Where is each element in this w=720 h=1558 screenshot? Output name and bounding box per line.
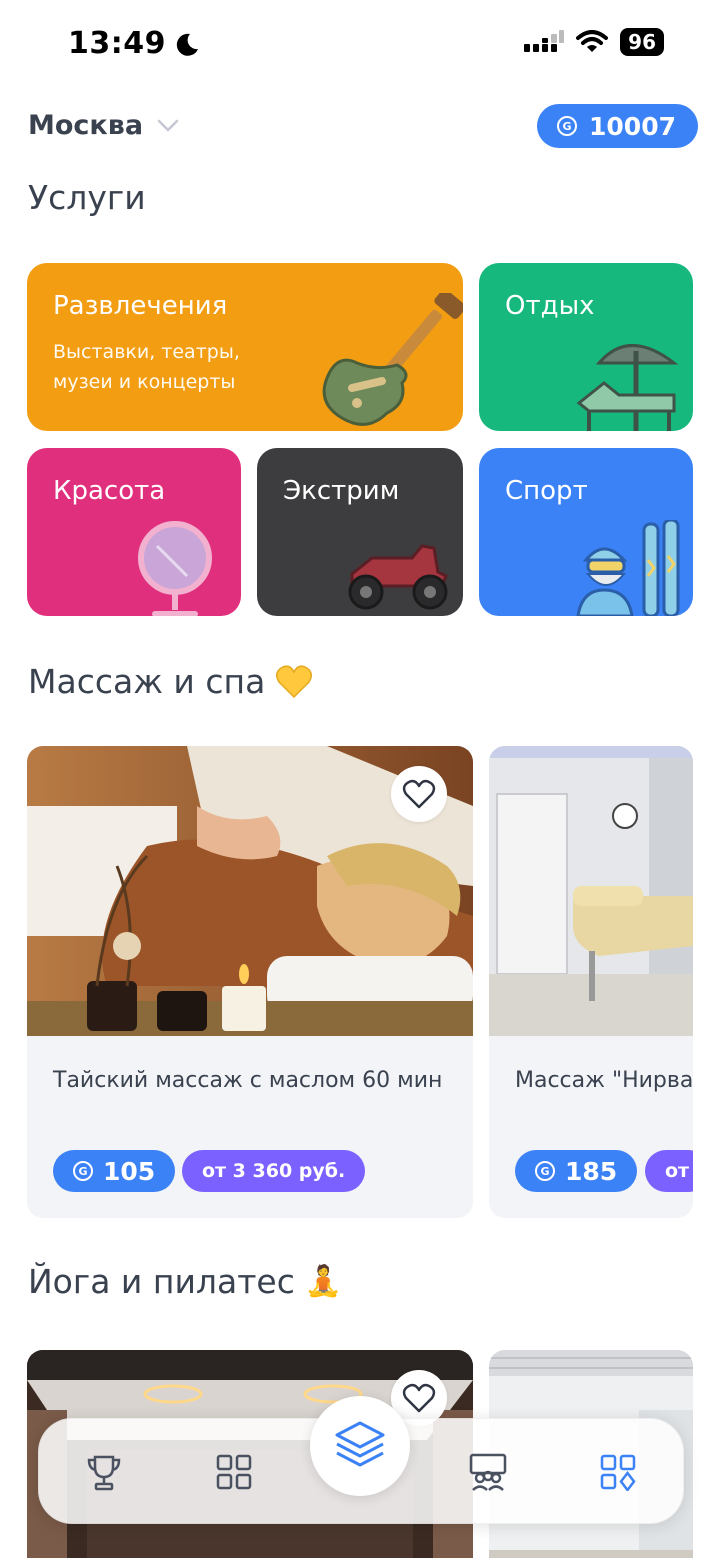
- massage-room-photo: [489, 746, 693, 1036]
- guitar-icon: [322, 293, 463, 426]
- yellow-heart-icon: [276, 664, 313, 698]
- yoga-emoji-icon: 🧘: [304, 1264, 343, 1299]
- tile-sport-title: Спорт: [505, 476, 588, 506]
- tile-entertainment-title: Развлечения: [53, 291, 228, 321]
- tile-beauty-title: Красота: [53, 476, 166, 506]
- card-title: Массаж "Нирва: [515, 1068, 693, 1093]
- trophy-icon: [87, 1455, 121, 1491]
- mirror-icon: [138, 521, 212, 616]
- status-time: 13:49: [68, 26, 200, 61]
- nav-community[interactable]: [463, 1447, 513, 1497]
- tile-beauty[interactable]: Красота: [27, 448, 241, 616]
- points-value: 185: [565, 1156, 618, 1186]
- nav-main[interactable]: [310, 1396, 410, 1496]
- massage-title-text: Массаж и спа: [28, 662, 266, 701]
- community-icon: [469, 1453, 507, 1491]
- status-indicators: 96: [524, 28, 664, 56]
- yoga-section-title: Йога и пилатес 🧘: [28, 1262, 342, 1301]
- points-badge: G 185: [515, 1150, 638, 1192]
- nav-more[interactable]: [593, 1447, 643, 1497]
- product-card-nirvana-massage[interactable]: Массаж "Нирва G 185 от: [489, 746, 693, 1218]
- tile-extreme[interactable]: Экстрим: [257, 448, 463, 616]
- coin-icon: G: [557, 116, 578, 136]
- points-badge: G 105: [53, 1150, 176, 1192]
- favorite-button[interactable]: [391, 766, 447, 822]
- beach-umbrella-icon: [576, 344, 679, 431]
- tile-sport[interactable]: Спорт: [479, 448, 693, 616]
- massage-section-title: Массаж и спа: [28, 662, 313, 701]
- tile-extreme-title: Экстрим: [283, 476, 400, 506]
- card-title: Тайский массаж с маслом 60 мин: [53, 1068, 443, 1093]
- heart-outline-icon: [402, 779, 436, 809]
- tile-entertainment-subtitle: Выставки, театры, музеи и концерты: [53, 341, 240, 393]
- clock: 13:49: [68, 26, 166, 61]
- quad-bike-icon: [348, 544, 448, 610]
- city-label: Москва: [28, 110, 144, 141]
- tile-rest-title: Отдых: [505, 291, 595, 321]
- wifi-icon: [576, 30, 609, 52]
- skier-icon: [576, 520, 680, 616]
- city-selector[interactable]: Москва: [28, 110, 179, 141]
- coin-icon: G: [73, 1161, 93, 1181]
- grid-icon: [216, 1454, 252, 1490]
- coin-icon: G: [535, 1161, 555, 1181]
- balance-value: 10007: [589, 111, 676, 141]
- heart-outline-icon: [402, 1383, 436, 1413]
- services-title: Услуги: [28, 178, 146, 217]
- nav-achievements[interactable]: [79, 1447, 129, 1497]
- chevron-down-icon: [157, 119, 179, 132]
- status-bar: 13:49 96: [0, 0, 720, 88]
- price-badge: от 3 360 руб.: [182, 1150, 366, 1192]
- points-value: 105: [103, 1156, 156, 1186]
- nav-catalog[interactable]: [209, 1447, 259, 1497]
- product-card-thai-massage[interactable]: Тайский массаж с маслом 60 мин G 105 от …: [27, 746, 473, 1218]
- tile-entertainment[interactable]: Развлечения Выставки, театры, музеи и ко…: [27, 263, 463, 431]
- points-balance[interactable]: G 10007: [537, 104, 698, 148]
- tile-rest[interactable]: Отдых: [479, 263, 693, 431]
- yoga-title-text: Йога и пилатес: [28, 1262, 295, 1301]
- widgets-icon: [600, 1454, 636, 1491]
- layers-icon: [335, 1421, 385, 1467]
- signal-icon: [524, 30, 565, 52]
- price-badge: от: [645, 1150, 693, 1192]
- moon-icon: [176, 33, 198, 56]
- battery-indicator: 96: [620, 28, 664, 56]
